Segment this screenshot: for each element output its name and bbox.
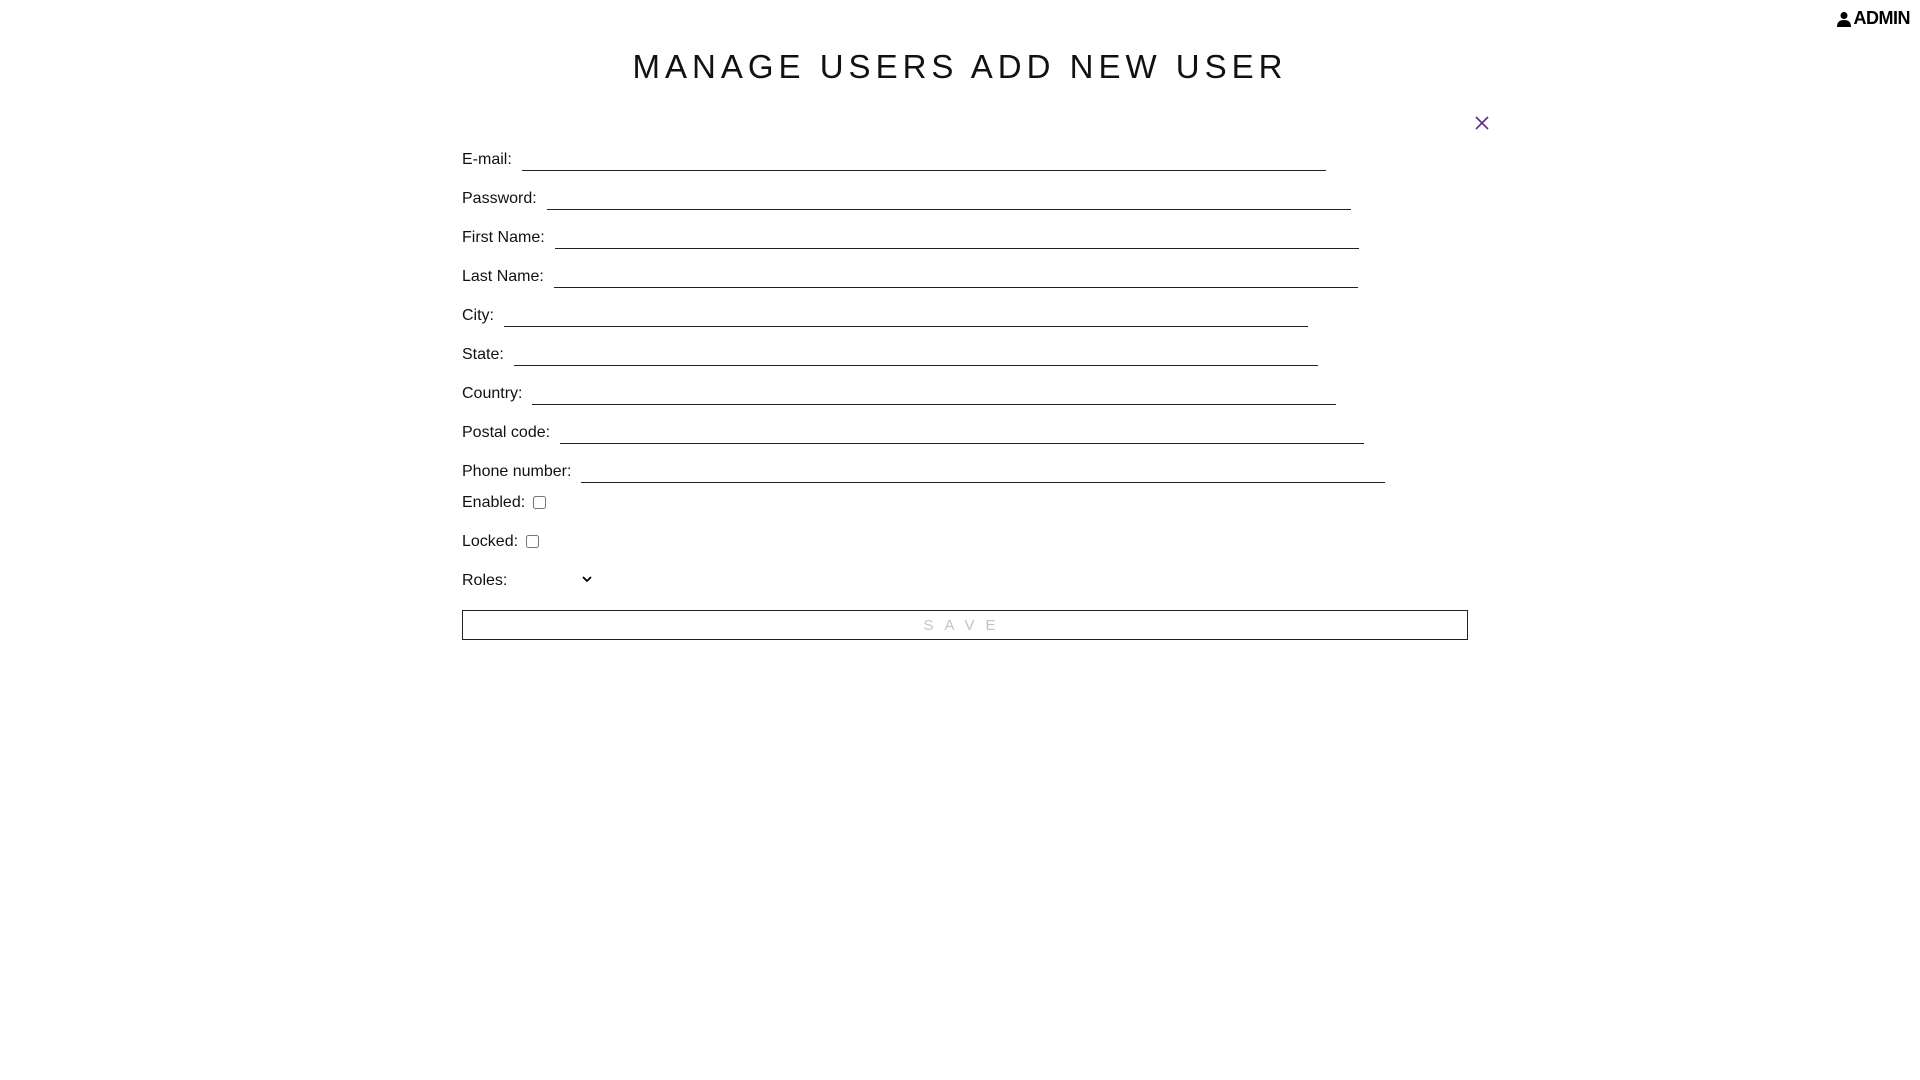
close-icon [1474, 115, 1490, 131]
email-label: E-mail: [462, 151, 512, 168]
phone-number-field[interactable] [581, 462, 1386, 483]
chevron-down-icon [581, 572, 593, 590]
roles-label: Roles: [462, 571, 508, 589]
city-field[interactable] [504, 306, 1308, 327]
country-field[interactable] [532, 384, 1337, 405]
locked-label: Locked: [462, 532, 519, 550]
password-row: Password: [462, 171, 1468, 210]
city-label: City: [462, 307, 494, 324]
postal-code-label: Postal code: [462, 424, 551, 441]
user-name: ADMIN [1853, 8, 1911, 28]
email-row: E-mail: [462, 132, 1468, 171]
last-name-label: Last Name: [462, 268, 544, 285]
user-menu[interactable]: ADMIN [1836, 8, 1911, 29]
person-icon [1836, 11, 1852, 27]
enabled-row: Enabled: [462, 483, 1468, 522]
page-title: MANAGE USERS ADD NEW USER [632, 48, 1288, 85]
postal-code-row: Postal code: [462, 405, 1468, 444]
locked-checkbox[interactable] [526, 535, 540, 548]
city-row: City: [462, 288, 1468, 327]
last-name-row: Last Name: [462, 249, 1468, 288]
country-label: Country: [462, 385, 523, 402]
roles-select[interactable] [517, 571, 593, 591]
enabled-checkbox[interactable] [533, 496, 547, 509]
phone-number-row: Phone number: [462, 444, 1468, 483]
close-button[interactable] [1474, 115, 1490, 131]
add-user-form: E-mail: Password: First Name: Last Name:… [462, 132, 1468, 640]
state-row: State: [462, 327, 1468, 366]
first-name-label: First Name: [462, 229, 545, 246]
locked-row: Locked: [462, 522, 1468, 561]
page: ADMIN MANAGE USERS ADD NEW USER E-mail: … [0, 0, 1920, 1080]
phone-number-label: Phone number: [462, 463, 572, 480]
country-row: Country: [462, 366, 1468, 405]
email-field[interactable] [521, 150, 1326, 171]
save-button[interactable]: SAVE [462, 610, 1468, 640]
roles-row: Roles: [462, 561, 1468, 600]
postal-code-field[interactable] [560, 423, 1365, 444]
password-field[interactable] [546, 189, 1351, 210]
state-label: State: [462, 346, 504, 363]
password-label: Password: [462, 190, 537, 207]
enabled-label: Enabled: [462, 493, 526, 511]
state-field[interactable] [513, 345, 1318, 366]
first-name-field[interactable] [554, 228, 1359, 249]
last-name-field[interactable] [553, 267, 1358, 288]
first-name-row: First Name: [462, 210, 1468, 249]
